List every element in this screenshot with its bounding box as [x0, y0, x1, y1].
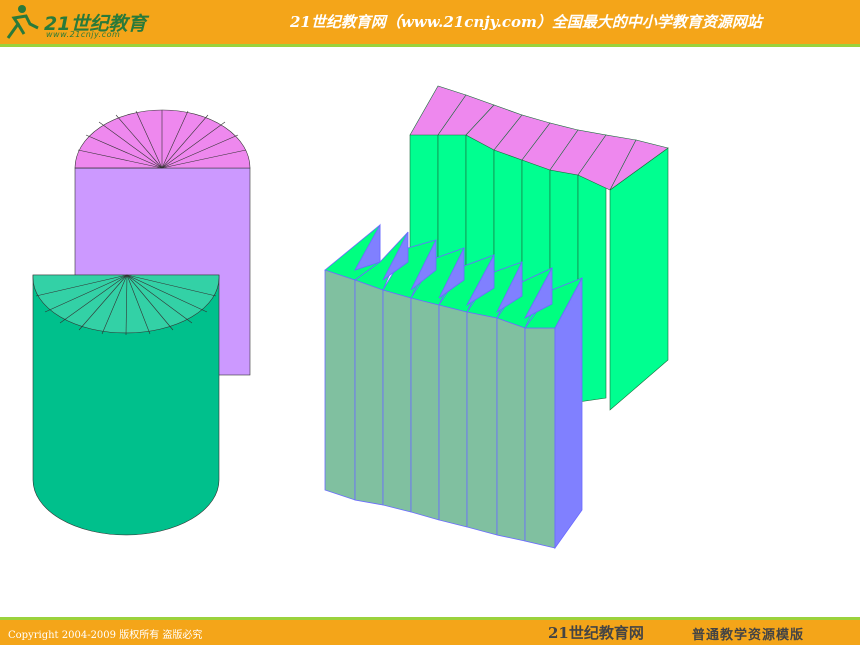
footer-template-label: 普通教学资源模版	[692, 628, 805, 643]
teal-cylinder-cut	[32, 274, 220, 536]
sage-wedge-row	[324, 223, 583, 550]
copyright-text: Copyright 2004-2009 版权所有 盗版必究	[8, 630, 203, 641]
footer-bar: Copyright 2004-2009 版权所有 盗版必究 21世纪教育网 普通…	[0, 620, 860, 645]
footer-site-name[interactable]: 21世纪教育网	[548, 622, 644, 643]
geometry-diagram	[32, 85, 669, 550]
